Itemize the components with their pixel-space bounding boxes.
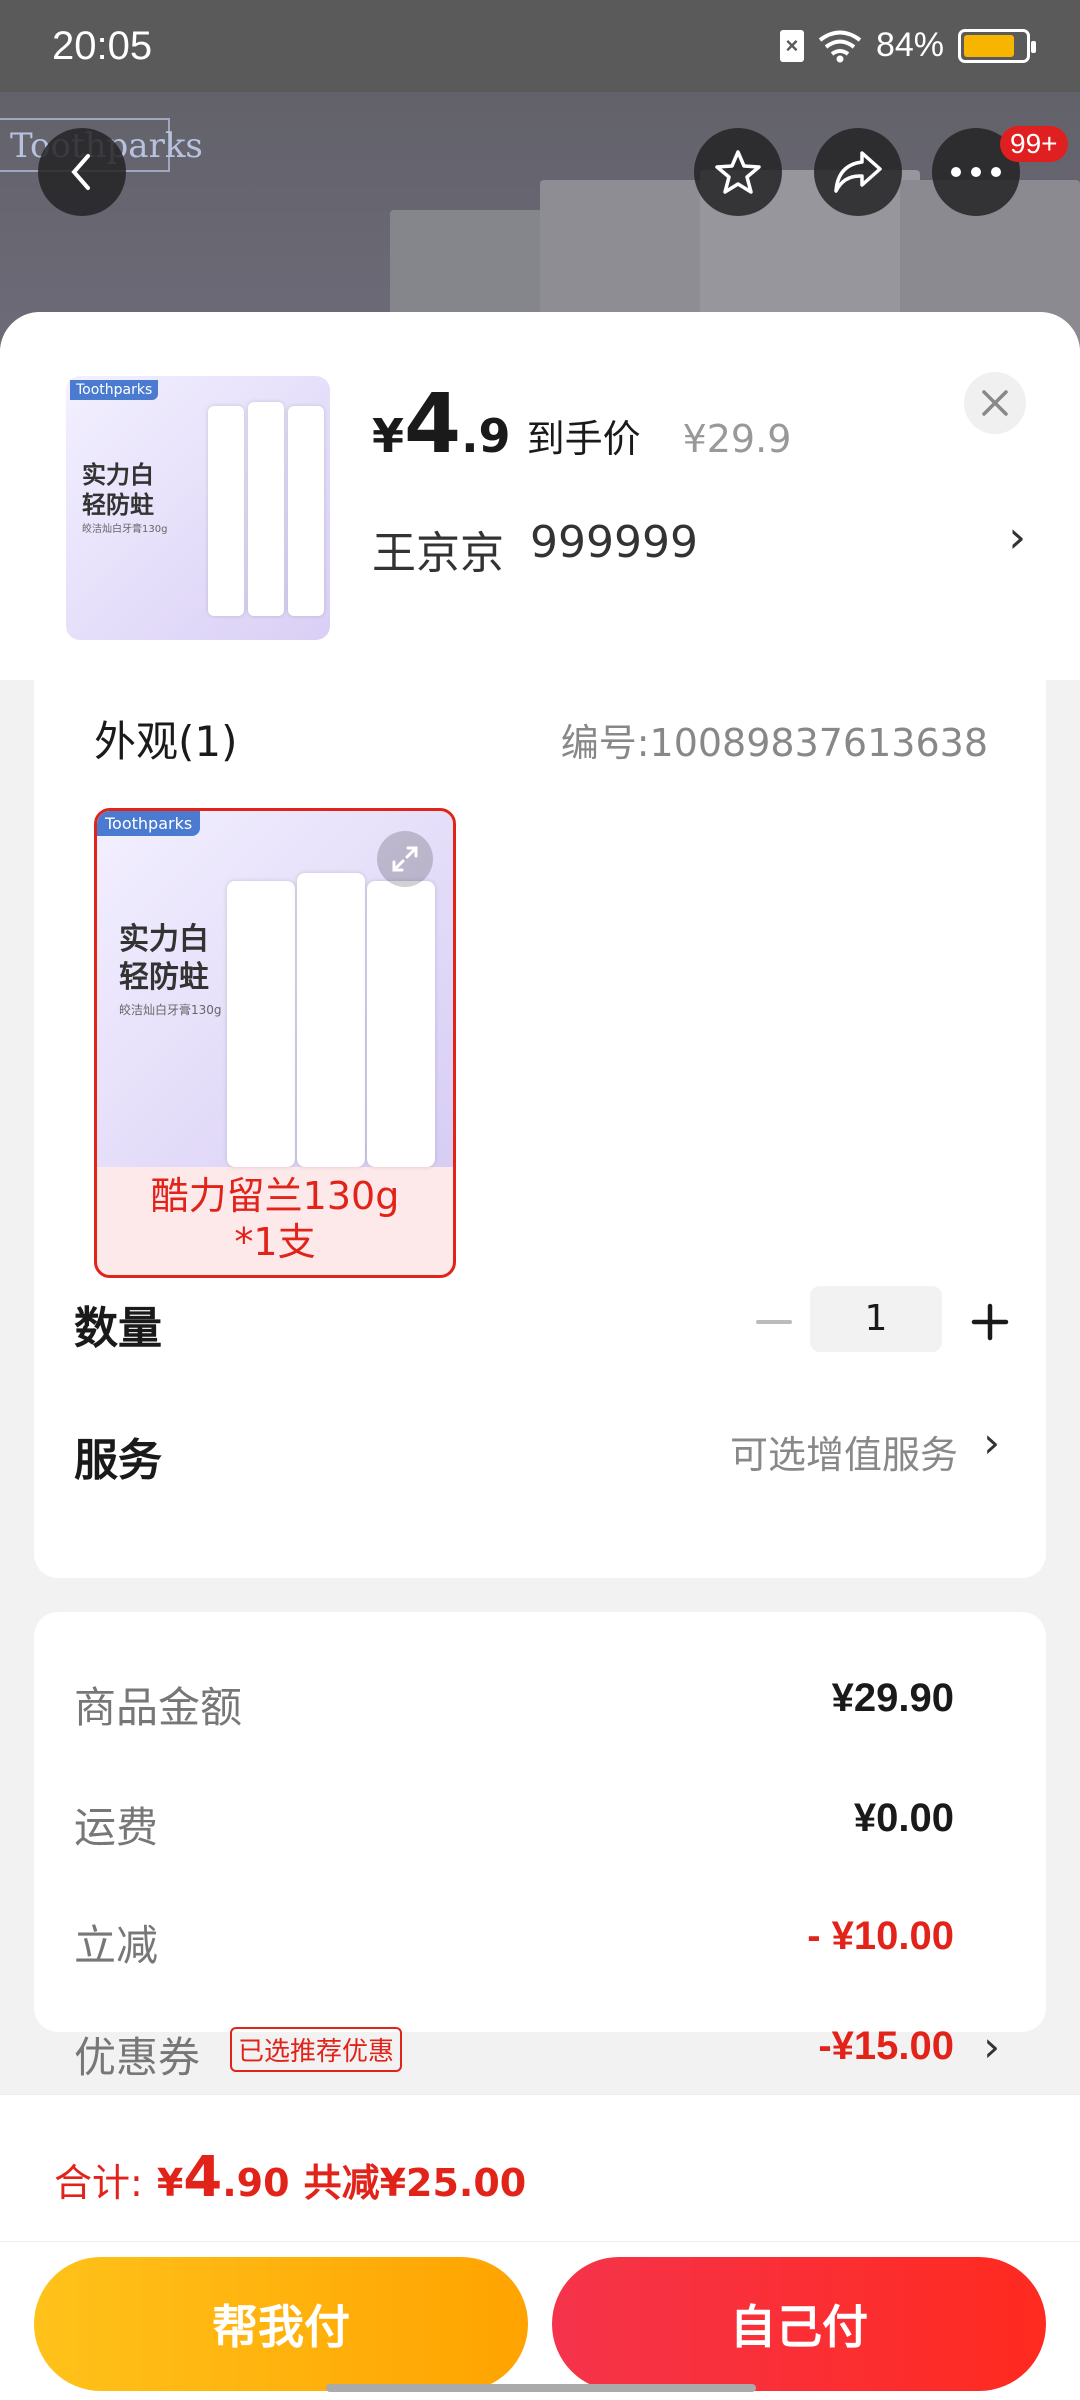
expand-icon — [392, 846, 418, 872]
option-slogan: 实力白 轻防蛀 — [119, 922, 209, 995]
toothpaste-tube-image — [367, 881, 435, 1167]
quantity-input[interactable]: 1 — [810, 1286, 942, 1352]
quantity-label: 数量 — [74, 1303, 162, 1354]
coupon-recommended-tag: 已选推荐优惠 — [230, 2027, 403, 2072]
goods-amount-label: 商品金额 — [74, 1683, 243, 1732]
bottom-action-bar: 合计: ¥ 4 .90 共减¥25.00 帮我付 自己付 — [0, 2094, 1080, 2400]
favorite-button[interactable] — [694, 128, 782, 216]
toothpaste-tube-image — [297, 873, 365, 1167]
shop-name: 王京京 — [372, 528, 504, 579]
total-currency: ¥ — [156, 2161, 184, 2205]
status-time: 20:05 — [52, 24, 153, 68]
thumb-slogan: 实力白 轻防蛀 — [82, 461, 154, 519]
original-price: ¥29.9 — [682, 417, 792, 461]
option-brand: Toothparks — [97, 811, 201, 836]
sku-selection-sheet: Toothparks 实力白 轻防蛀 皎洁灿白牙膏130g ¥ 4 .9 到手价… — [0, 312, 1080, 2400]
home-indicator[interactable] — [326, 2384, 756, 2392]
shipping-value: ¥0.00 — [853, 1796, 954, 1840]
status-bar: 20:05 × 84% — [0, 0, 1080, 92]
notification-badge: 99+ — [1000, 126, 1068, 162]
chevron-right-icon[interactable]: › — [1008, 512, 1026, 563]
minus-icon — [756, 1320, 792, 1324]
expand-image-button[interactable] — [377, 831, 433, 887]
quantity-increase-button[interactable] — [960, 1292, 1020, 1352]
shop-row[interactable]: 王京京 999999 — [372, 517, 698, 581]
quantity-decrease-button[interactable] — [744, 1292, 804, 1352]
plus-icon — [971, 1303, 1009, 1341]
price-breakdown-card: 商品金额 ¥29.90 运费 ¥0.00 立减 - ¥10.00 优惠券 已选推… — [34, 1612, 1046, 2082]
divider — [0, 2241, 1080, 2242]
back-button[interactable] — [38, 128, 126, 216]
price-decimal: .9 — [461, 409, 511, 463]
thumb-brand: Toothparks — [70, 380, 159, 400]
product-thumbnail[interactable]: Toothparks 实力白 轻防蛀 皎洁灿白牙膏130g — [66, 376, 330, 640]
thumb-caption: 皎洁灿白牙膏130g — [82, 524, 168, 535]
chevron-right-icon[interactable]: › — [983, 2022, 1000, 2071]
sku-option-selected[interactable]: Toothparks 实力白 轻防蛀 皎洁灿白牙膏130g 酷力留兰130g *… — [94, 808, 456, 1278]
shop-id: 999999 — [530, 517, 698, 568]
total-decimal: .90 — [222, 2161, 290, 2205]
price-row: ¥ 4 .9 到手价 ¥29.9 — [372, 384, 791, 466]
toothpaste-tube-image — [208, 406, 244, 616]
pay-myself-button[interactable]: 自己付 — [552, 2257, 1046, 2391]
toothpaste-tube-image — [248, 402, 284, 616]
service-value[interactable]: 可选增值服务 — [730, 1424, 958, 1479]
appearance-label: 外观(1) — [94, 717, 238, 766]
toothpaste-tube-image — [288, 406, 324, 616]
final-price-label: 到手价 — [526, 417, 641, 461]
share-button[interactable] — [814, 128, 902, 216]
battery-percent: 84% — [875, 26, 944, 64]
coupon-label: 优惠券 — [74, 2033, 201, 2082]
sim-icon: × — [779, 29, 804, 62]
help-me-pay-button[interactable]: 帮我付 — [34, 2257, 528, 2391]
option-caption: 皎洁灿白牙膏130g — [119, 1003, 222, 1017]
wifi-icon — [818, 30, 862, 62]
share-icon — [834, 151, 882, 193]
more-icon — [951, 167, 1001, 177]
close-button[interactable] — [964, 372, 1026, 434]
shipping-label: 运费 — [74, 1803, 159, 1852]
currency-symbol: ¥ — [372, 409, 405, 463]
sheet-header: Toothparks 实力白 轻防蛀 皎洁灿白牙膏130g ¥ 4 .9 到手价… — [0, 312, 1080, 680]
instant-discount-value: - ¥10.00 — [807, 1914, 954, 1958]
chevron-right-icon[interactable]: › — [983, 1418, 1000, 1467]
coupon-value[interactable]: -¥15.00 — [818, 2024, 954, 2069]
toothpaste-tube-image — [227, 881, 295, 1167]
star-icon — [715, 150, 761, 194]
goods-amount-value: ¥29.90 — [831, 1676, 954, 1720]
price-integer: 4 — [404, 377, 462, 472]
instant-discount-label: 立减 — [74, 1921, 159, 1970]
total-integer: 4 — [183, 2145, 223, 2210]
battery-icon — [958, 28, 1036, 63]
options-card: 外观(1) 编号:10089837613638 Toothparks 实力白 轻… — [34, 680, 1046, 1578]
sku-option-label: 酷力留兰130g *1支 — [150, 1174, 400, 1264]
sku-number: 编号:10089837613638 — [560, 721, 988, 765]
total-saved: 共减¥25.00 — [303, 2161, 527, 2205]
close-icon — [982, 390, 1008, 416]
total-label: 合计: — [54, 2161, 143, 2205]
service-label: 服务 — [74, 1435, 162, 1486]
total-summary: 合计: ¥ 4 .90 共减¥25.00 — [54, 2145, 526, 2210]
back-icon — [71, 154, 90, 190]
